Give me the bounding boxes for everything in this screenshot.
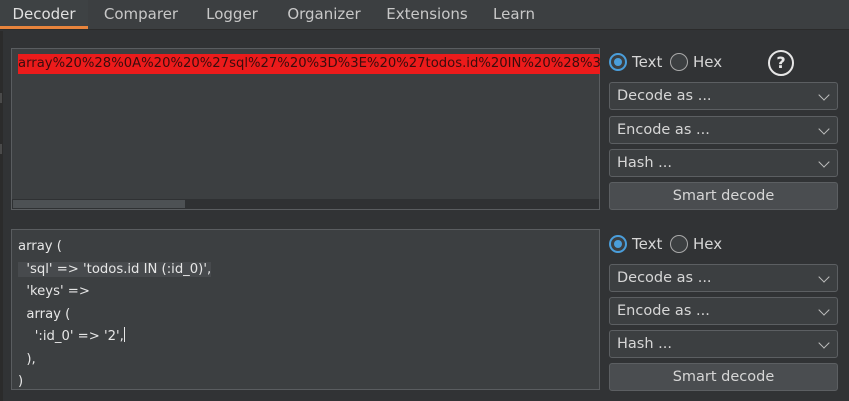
horizontal-scrollbar[interactable] bbox=[12, 199, 599, 209]
text-radio[interactable] bbox=[609, 53, 627, 71]
text-radio[interactable] bbox=[609, 235, 627, 253]
encode-as-label: Encode as ... bbox=[617, 303, 710, 319]
code-line: ':id_0' => '2', bbox=[18, 329, 124, 344]
decoder-controls-1: Text Hex ? Decode as ... Encode as ... H… bbox=[609, 50, 839, 210]
decode-as-label: Decode as ... bbox=[617, 270, 712, 286]
tab-extensions[interactable]: Extensions bbox=[381, 0, 473, 29]
chevron-down-icon bbox=[818, 156, 830, 168]
chevron-down-icon bbox=[818, 271, 830, 283]
encode-as-dropdown[interactable]: Encode as ... bbox=[609, 297, 838, 325]
chevron-down-icon bbox=[818, 304, 830, 316]
chevron-down-icon bbox=[818, 337, 830, 349]
hash-label: Hash ... bbox=[617, 336, 672, 352]
left-edge bbox=[0, 31, 3, 401]
scrollbar-thumb[interactable] bbox=[13, 200, 185, 208]
format-radio-group: Text Hex ? bbox=[609, 50, 839, 76]
text-caret bbox=[123, 327, 125, 342]
code-line: array ( bbox=[18, 239, 62, 254]
decoded-text[interactable]: array ( 'sql' => 'todos.id IN (:id_0)', … bbox=[18, 236, 212, 394]
smart-decode-button[interactable]: Smart decode bbox=[609, 182, 838, 210]
tab-logger[interactable]: Logger bbox=[196, 0, 268, 29]
hex-radio-label[interactable]: Hex bbox=[693, 53, 722, 71]
edge-marker bbox=[0, 144, 2, 154]
text-radio-label[interactable]: Text bbox=[632, 235, 662, 253]
text-radio-label[interactable]: Text bbox=[632, 53, 662, 71]
chevron-down-icon bbox=[818, 123, 830, 135]
hash-dropdown[interactable]: Hash ... bbox=[609, 149, 838, 177]
hex-radio[interactable] bbox=[670, 53, 688, 71]
decode-as-dropdown[interactable]: Decode as ... bbox=[609, 82, 838, 110]
tab-organizer[interactable]: Organizer bbox=[279, 0, 369, 29]
decoder-controls-2: Text Hex Decode as ... Encode as ... Has… bbox=[609, 232, 839, 391]
tab-learn[interactable]: Learn bbox=[486, 0, 542, 29]
input-editor[interactable]: array%20%28%0A%20%20%27sql%27%20%3D%3E%2… bbox=[11, 48, 600, 210]
chevron-down-icon bbox=[818, 89, 830, 101]
tab-bar: Decoder Comparer Logger Organizer Extens… bbox=[0, 0, 849, 30]
edge-marker bbox=[0, 93, 2, 103]
format-radio-group: Text Hex bbox=[609, 232, 839, 258]
code-line: ) bbox=[18, 374, 24, 389]
decode-as-label: Decode as ... bbox=[617, 88, 712, 104]
hex-radio[interactable] bbox=[670, 235, 688, 253]
smart-decode-button[interactable]: Smart decode bbox=[609, 363, 838, 391]
code-line: 'keys' => bbox=[18, 284, 95, 299]
hash-dropdown[interactable]: Hash ... bbox=[609, 330, 838, 358]
help-icon[interactable]: ? bbox=[768, 50, 794, 76]
hex-radio-label[interactable]: Hex bbox=[693, 235, 722, 253]
tab-comparer[interactable]: Comparer bbox=[95, 0, 187, 29]
output-editor[interactable]: array ( 'sql' => 'todos.id IN (:id_0)', … bbox=[11, 229, 600, 390]
encoded-text-selection[interactable]: array%20%28%0A%20%20%27sql%27%20%3D%3E%2… bbox=[18, 54, 600, 74]
code-line: array ( bbox=[18, 306, 71, 322]
code-line: 'sql' => 'todos.id IN (:id_0)', bbox=[18, 261, 212, 277]
encode-as-dropdown[interactable]: Encode as ... bbox=[609, 116, 838, 144]
tab-decoder[interactable]: Decoder bbox=[0, 0, 88, 29]
decode-as-dropdown[interactable]: Decode as ... bbox=[609, 264, 838, 292]
encode-as-label: Encode as ... bbox=[617, 122, 710, 138]
hash-label: Hash ... bbox=[617, 155, 672, 171]
code-line: ), bbox=[18, 351, 36, 367]
